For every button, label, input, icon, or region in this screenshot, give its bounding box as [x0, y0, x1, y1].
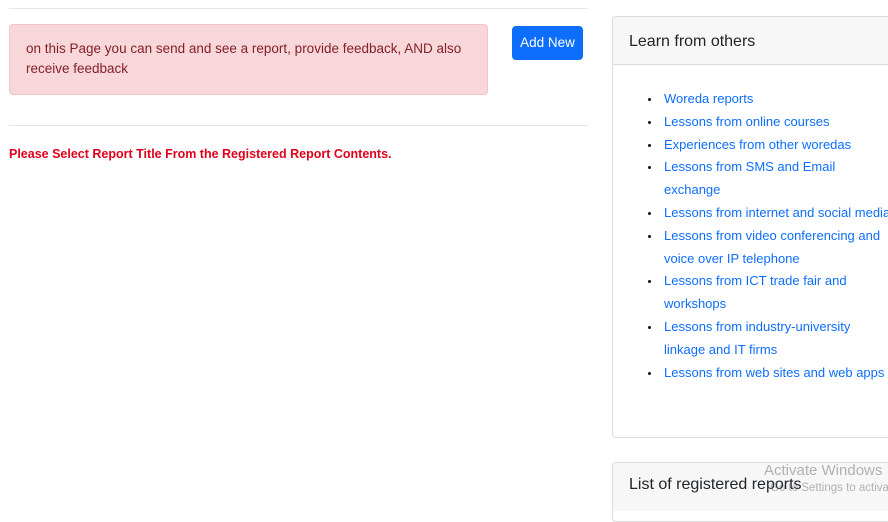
learn-card-title: Learn from others	[629, 33, 756, 50]
section-divider	[9, 125, 588, 126]
list-item: Lessons from web sites and web apps	[661, 362, 888, 385]
info-alert: on this Page you can send and see a repo…	[9, 24, 488, 95]
list-item: Lessons from SMS and Email exchange	[661, 156, 888, 202]
list-item: Lessons from ICT trade fair and workshop…	[661, 270, 888, 316]
select-report-warning: Please Select Report Title From the Regi…	[9, 147, 392, 161]
registered-reports-card: List of registered reports	[612, 462, 888, 522]
top-divider	[9, 8, 588, 9]
add-new-button[interactable]: Add New	[512, 26, 583, 60]
list-item: Experiences from other woredas	[661, 134, 888, 157]
list-item: Lessons from video conferencing and voic…	[661, 225, 888, 271]
alert-message: on this Page you can send and see a repo…	[26, 41, 462, 76]
learn-from-others-card: Learn from others Woreda reports Lessons…	[612, 16, 888, 438]
learn-card-header: Learn from others	[613, 17, 888, 65]
registered-card-header: List of registered reports	[613, 463, 888, 511]
link-other-woredas[interactable]: Experiences from other woredas	[664, 137, 851, 152]
list-item: Woreda reports	[661, 88, 888, 111]
link-woreda-reports[interactable]: Woreda reports	[664, 91, 753, 106]
link-web-sites-apps[interactable]: Lessons from web sites and web apps	[664, 365, 884, 380]
learn-card-body: Woreda reports Lessons from online cours…	[613, 65, 888, 384]
link-online-courses[interactable]: Lessons from online courses	[664, 114, 829, 129]
link-industry-university[interactable]: Lessons from industry-university linkage…	[664, 319, 850, 357]
registered-card-title: List of registered reports	[629, 476, 802, 493]
link-internet-social-media[interactable]: Lessons from internet and social media	[664, 205, 888, 220]
learn-links-list: Woreda reports Lessons from online cours…	[629, 88, 888, 384]
list-item: Lessons from online courses	[661, 111, 888, 134]
list-item: Lessons from internet and social media	[661, 202, 888, 225]
link-ict-trade-fair[interactable]: Lessons from ICT trade fair and workshop…	[664, 273, 847, 311]
link-video-conferencing[interactable]: Lessons from video conferencing and voic…	[664, 228, 880, 266]
link-sms-email[interactable]: Lessons from SMS and Email exchange	[664, 159, 835, 197]
list-item: Lessons from industry-university linkage…	[661, 316, 888, 362]
